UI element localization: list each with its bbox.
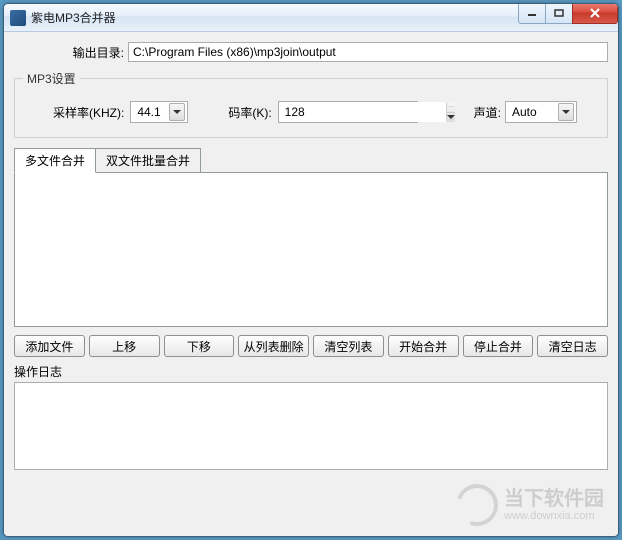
bitrate-spinner[interactable] — [278, 101, 418, 123]
start-merge-button[interactable]: 开始合并 — [388, 335, 459, 357]
bitrate-label: 码率(K): — [228, 104, 271, 121]
channel-combo[interactable]: Auto — [505, 101, 577, 123]
file-list-panel[interactable] — [14, 172, 608, 327]
maximize-button[interactable] — [545, 4, 573, 24]
tab-strip: 多文件合并 双文件批量合并 — [14, 148, 608, 173]
log-textarea[interactable] — [14, 382, 608, 470]
spin-down-icon[interactable] — [447, 113, 455, 123]
close-button[interactable] — [572, 4, 618, 24]
app-window: 紫电MP3合并器 输出目录: MP3设置 采样率(KHZ): 44.1 — [3, 3, 619, 537]
channel-value: Auto — [512, 105, 558, 119]
window-title: 紫电MP3合并器 — [31, 9, 519, 26]
move-down-button[interactable]: 下移 — [164, 335, 235, 357]
tab-multi-merge[interactable]: 多文件合并 — [14, 148, 96, 173]
bitrate-input[interactable] — [279, 102, 446, 122]
samplerate-value: 44.1 — [137, 105, 169, 119]
clear-list-button[interactable]: 清空列表 — [313, 335, 384, 357]
add-file-button[interactable]: 添加文件 — [14, 335, 85, 357]
button-row: 添加文件 上移 下移 从列表删除 清空列表 开始合并 停止合并 清空日志 — [14, 335, 608, 357]
mp3-settings-legend: MP3设置 — [23, 70, 80, 87]
clear-log-button[interactable]: 清空日志 — [537, 335, 608, 357]
output-dir-label: 输出目录: — [14, 44, 124, 61]
samplerate-label: 采样率(KHZ): — [53, 104, 124, 121]
chevron-down-icon — [169, 103, 185, 121]
log-label: 操作日志 — [14, 363, 608, 380]
output-dir-input[interactable] — [128, 42, 608, 62]
mp3-settings-group: MP3设置 采样率(KHZ): 44.1 码率(K): 声道: — [14, 70, 608, 138]
client-area: 输出目录: MP3设置 采样率(KHZ): 44.1 码率(K): — [4, 32, 618, 536]
tab-dual-batch-merge[interactable]: 双文件批量合并 — [95, 148, 201, 173]
bitrate-spin-buttons[interactable] — [446, 102, 455, 122]
app-icon — [10, 10, 26, 26]
titlebar[interactable]: 紫电MP3合并器 — [4, 4, 618, 32]
spin-up-icon[interactable] — [447, 102, 455, 113]
remove-from-list-button[interactable]: 从列表删除 — [238, 335, 309, 357]
move-up-button[interactable]: 上移 — [89, 335, 160, 357]
samplerate-combo[interactable]: 44.1 — [130, 101, 188, 123]
channel-label: 声道: — [474, 104, 501, 121]
minimize-button[interactable] — [518, 4, 546, 24]
chevron-down-icon — [558, 103, 574, 121]
stop-merge-button[interactable]: 停止合并 — [463, 335, 534, 357]
